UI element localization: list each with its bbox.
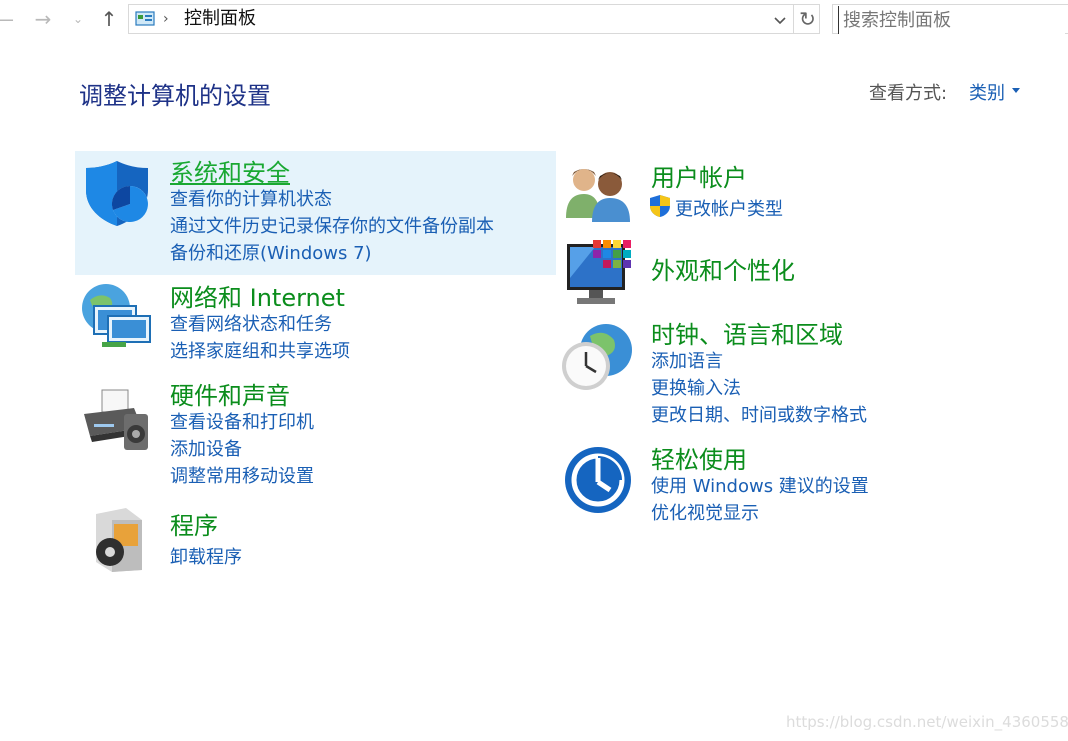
forward-button[interactable]: → xyxy=(30,6,56,32)
view-by-label: 查看方式: xyxy=(869,83,948,104)
link-view-network-status[interactable]: 查看网络状态和任务 xyxy=(170,310,332,336)
refresh-icon: ↻ xyxy=(799,7,816,31)
uac-shield-icon xyxy=(650,195,670,217)
page-title: 调整计算机的设置 xyxy=(79,82,271,110)
arrow-up-icon: ↑ xyxy=(100,7,118,31)
link-view-computer-status[interactable]: 查看你的计算机状态 xyxy=(170,185,332,211)
recent-locations-button[interactable]: ⌄ xyxy=(68,6,88,32)
category-hardware-sound[interactable]: 硬件和声音 xyxy=(170,376,290,411)
network-globe-icon xyxy=(82,284,151,347)
refresh-button[interactable]: ↻ xyxy=(793,5,821,33)
link-change-account-type[interactable]: 更改帐户类型 xyxy=(675,195,783,221)
address-dropdown-icon[interactable] xyxy=(772,12,788,28)
monitor-palette-icon xyxy=(567,240,631,304)
category-user-accounts[interactable]: 用户帐户 xyxy=(651,158,747,193)
breadcrumb-control-panel[interactable]: 控制面板 xyxy=(184,8,256,30)
arrow-right-icon: → xyxy=(34,7,52,31)
link-mobility-settings[interactable]: 调整常用移动设置 xyxy=(170,462,314,488)
address-bar[interactable]: › 控制面板 ↻ xyxy=(128,4,820,34)
chevron-down-icon: ⌄ xyxy=(72,12,84,26)
shield-icon xyxy=(86,161,148,226)
up-button[interactable]: ↑ xyxy=(96,6,122,32)
view-by-caret-icon[interactable] xyxy=(1012,88,1020,93)
link-optimize-visual-display[interactable]: 优化视觉显示 xyxy=(651,499,759,525)
search-box[interactable] xyxy=(832,4,1068,34)
link-file-history-backup[interactable]: 通过文件历史记录保存你的文件备份副本 xyxy=(170,212,494,238)
clock-globe-icon xyxy=(562,324,632,390)
link-devices-printers[interactable]: 查看设备和打印机 xyxy=(170,408,314,434)
control-panel-icon xyxy=(135,11,155,26)
category-appearance-personalization[interactable]: 外观和个性化 xyxy=(651,251,795,286)
watermark: https://blog.csdn.net/weixin_43605586 xyxy=(786,713,1068,731)
printer-icon xyxy=(84,389,148,450)
navigation-toolbar: — → ⌄ ↑ › 控制面板 ↻ xyxy=(0,0,1068,40)
category-clock-language-region[interactable]: 时钟、语言和区域 xyxy=(651,315,843,350)
category-system-security[interactable]: 系统和安全 xyxy=(170,153,290,188)
category-ease-of-access[interactable]: 轻松使用 xyxy=(651,440,747,475)
arrow-left-icon: — xyxy=(0,7,14,31)
view-by-dropdown[interactable]: 类别 xyxy=(969,79,1005,105)
category-programs[interactable]: 程序 xyxy=(170,506,218,541)
link-change-date-time-format[interactable]: 更改日期、时间或数字格式 xyxy=(651,401,867,427)
link-add-language[interactable]: 添加语言 xyxy=(651,347,723,373)
link-uninstall-program[interactable]: 卸载程序 xyxy=(170,543,242,569)
link-windows-suggested-settings[interactable]: 使用 Windows 建议的设置 xyxy=(651,472,869,498)
back-button[interactable]: — xyxy=(0,6,14,32)
link-change-input-method[interactable]: 更换输入法 xyxy=(651,374,741,400)
link-homegroup-sharing[interactable]: 选择家庭组和共享选项 xyxy=(170,337,350,363)
link-add-device[interactable]: 添加设备 xyxy=(170,435,242,461)
breadcrumb-separator: › xyxy=(163,11,169,27)
category-network-internet[interactable]: 网络和 Internet xyxy=(170,278,345,313)
ease-of-access-icon xyxy=(565,447,631,513)
programs-icon xyxy=(96,508,142,572)
users-icon xyxy=(566,169,630,222)
search-input[interactable] xyxy=(838,6,1065,34)
link-backup-restore[interactable]: 备份和还原(Windows 7) xyxy=(170,239,372,265)
